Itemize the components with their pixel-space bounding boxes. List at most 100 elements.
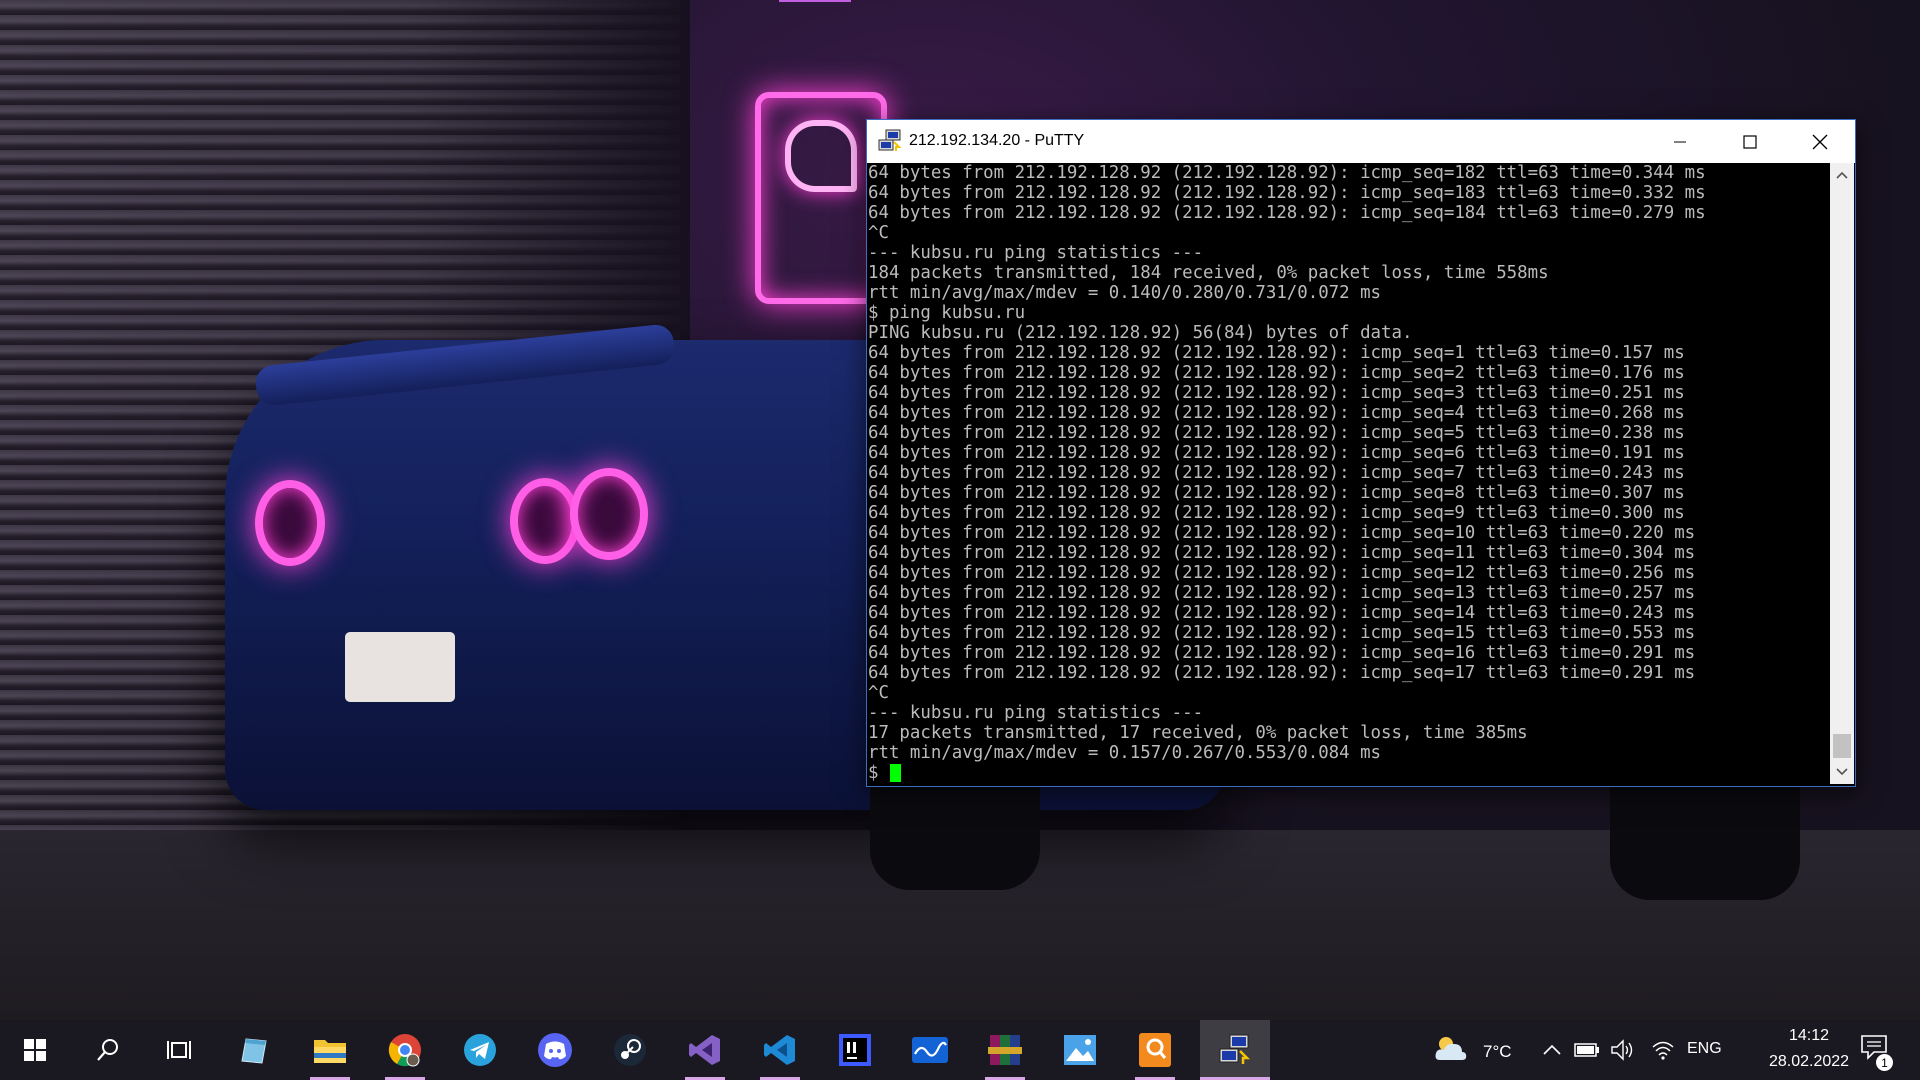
terminal-line: 64 bytes from 212.192.128.92 (212.192.12… (868, 443, 1685, 463)
discord-icon (538, 1033, 572, 1067)
volume-button[interactable] (1608, 1035, 1638, 1065)
pdf-app[interactable] (1125, 1020, 1185, 1080)
terminal-line: 64 bytes from 212.192.128.92 (212.192.12… (868, 463, 1685, 483)
terminal-line: rtt min/avg/max/mdev = 0.157/0.267/0.553… (868, 743, 1382, 763)
scrollbar-thumb[interactable] (1833, 734, 1851, 758)
start-button[interactable] (5, 1020, 65, 1080)
maximize-button[interactable] (1715, 120, 1785, 163)
weather-temperature: 7°C (1483, 1042, 1512, 1061)
steam-icon (614, 1034, 646, 1066)
close-button[interactable] (1785, 120, 1855, 163)
terminal-line: 64 bytes from 212.192.128.92 (212.192.12… (868, 663, 1696, 683)
terminal-line: 64 bytes from 212.192.128.92 (212.192.12… (868, 363, 1685, 383)
terminal-output[interactable]: 64 bytes from 212.192.128.92 (212.192.12… (868, 163, 1829, 784)
minimize-button[interactable] (1645, 120, 1715, 163)
terminal-line: --- kubsu.ru ping statistics --- (868, 703, 1204, 723)
terminal-line: 64 bytes from 212.192.128.92 (212.192.12… (868, 163, 1706, 183)
chevron-up-icon (1836, 171, 1848, 179)
speaker-icon (1611, 1039, 1633, 1061)
terminal-line: $ ping kubsu.ru (868, 303, 1026, 323)
folder-icon (314, 1040, 346, 1063)
pdf-icon (1139, 1033, 1171, 1067)
terminal-line: 64 bytes from 212.192.128.92 (212.192.12… (868, 383, 1685, 403)
visual-studio-icon (689, 1035, 720, 1065)
terminal-line: 17 packets transmitted, 17 received, 0% … (868, 723, 1528, 743)
vertical-scrollbar[interactable] (1830, 163, 1854, 784)
license-plate (345, 632, 455, 702)
chevron-down-icon (1836, 768, 1848, 776)
search-button[interactable] (78, 1020, 138, 1080)
terminal-line: 64 bytes from 212.192.128.92 (212.192.12… (868, 543, 1696, 563)
notepad-icon (241, 1038, 267, 1064)
photos-app[interactable] (1050, 1020, 1110, 1080)
intellij-app[interactable] (825, 1020, 885, 1080)
waveform-icon (912, 1037, 948, 1063)
telegram-app[interactable] (450, 1020, 510, 1080)
terminal-prompt: $ (868, 763, 889, 783)
terminal-line: ^C (868, 223, 889, 243)
scroll-down-button[interactable] (1830, 760, 1854, 784)
putty-window[interactable]: 212.192.134.20 - PuTTY 64 bytes from 212… (866, 119, 1856, 787)
terminal-line: rtt min/avg/max/mdev = 0.140/0.280/0.731… (868, 283, 1382, 303)
terminal-line: 64 bytes from 212.192.128.92 (212.192.12… (868, 643, 1696, 663)
terminal-line: 64 bytes from 212.192.128.92 (212.192.12… (868, 343, 1685, 363)
weather-cloud-icon (1435, 1037, 1467, 1060)
winrar-app[interactable] (975, 1020, 1035, 1080)
terminal-cursor (889, 764, 901, 782)
terminal-line: 64 bytes from 212.192.128.92 (212.192.12… (868, 583, 1696, 603)
clock-date[interactable]: 28.02.2022 (1744, 1053, 1874, 1071)
chrome-app[interactable] (375, 1020, 435, 1080)
winrar-icon (988, 1035, 1022, 1065)
search-icon (97, 1039, 118, 1061)
terminal-line: 64 bytes from 212.192.128.92 (212.192.12… (868, 483, 1685, 503)
terminal-line: 64 bytes from 212.192.128.92 (212.192.12… (868, 183, 1706, 203)
window-title: 212.192.134.20 - PuTTY (909, 132, 1085, 149)
terminal-line: PING kubsu.ru (212.192.128.92) 56(84) by… (868, 323, 1413, 343)
maximize-icon (1743, 134, 1757, 149)
file-explorer-app[interactable] (300, 1020, 360, 1080)
putty-app[interactable] (1200, 1020, 1270, 1080)
terminal-line: ^C (868, 683, 889, 703)
terminal-prompt-line: $ (868, 763, 1829, 783)
photo-app[interactable] (900, 1020, 960, 1080)
terminal-line: 64 bytes from 212.192.128.92 (212.192.12… (868, 623, 1696, 643)
vscode-icon (764, 1035, 795, 1065)
terminal-line: --- kubsu.ru ping statistics --- (868, 243, 1204, 263)
terminal-line: 64 bytes from 212.192.128.92 (212.192.12… (868, 403, 1685, 423)
task-view-icon (167, 1041, 191, 1059)
notepad-app[interactable] (225, 1020, 285, 1080)
scroll-up-button[interactable] (1830, 163, 1854, 187)
clock-time[interactable]: 14:12 (1762, 1027, 1856, 1045)
tail-light (255, 480, 325, 566)
show-hidden-icons-button[interactable] (1538, 1035, 1566, 1065)
terminal-line: 64 bytes from 212.192.128.92 (212.192.12… (868, 503, 1685, 523)
battery-icon (1574, 1043, 1599, 1057)
terminal-line: 64 bytes from 212.192.128.92 (212.192.12… (868, 423, 1685, 443)
vscode-app[interactable] (750, 1020, 810, 1080)
putty-icon (1219, 1034, 1251, 1064)
neon-sign-letter (785, 120, 857, 192)
task-view-button[interactable] (150, 1020, 210, 1080)
chrome-icon (388, 1034, 421, 1067)
visual-studio-app[interactable] (675, 1020, 735, 1080)
close-icon (1812, 134, 1828, 149)
weather-widget[interactable]: 7°C (1432, 1032, 1522, 1068)
chevron-up-icon (1543, 1044, 1561, 1055)
notification-count-badge: 1 (1876, 1054, 1893, 1071)
wifi-icon (1652, 1041, 1674, 1060)
telegram-icon (464, 1034, 496, 1066)
discord-app[interactable] (525, 1020, 585, 1080)
taskbar: 7°C ENG (0, 1020, 1920, 1080)
windows-logo-icon (24, 1039, 46, 1061)
terminal-line: 64 bytes from 212.192.128.92 (212.192.12… (868, 203, 1706, 223)
battery-indicator[interactable] (1572, 1035, 1602, 1065)
intellij-icon (839, 1034, 871, 1066)
putty-icon (878, 129, 902, 151)
steam-app[interactable] (600, 1020, 660, 1080)
top-accent-line (779, 0, 851, 2)
language-indicator[interactable]: ENG (1687, 1040, 1722, 1058)
terminal-line: 64 bytes from 212.192.128.92 (212.192.12… (868, 563, 1696, 583)
minimize-icon (1674, 141, 1686, 142)
title-bar[interactable]: 212.192.134.20 - PuTTY (867, 120, 1855, 163)
network-button[interactable] (1648, 1035, 1678, 1065)
